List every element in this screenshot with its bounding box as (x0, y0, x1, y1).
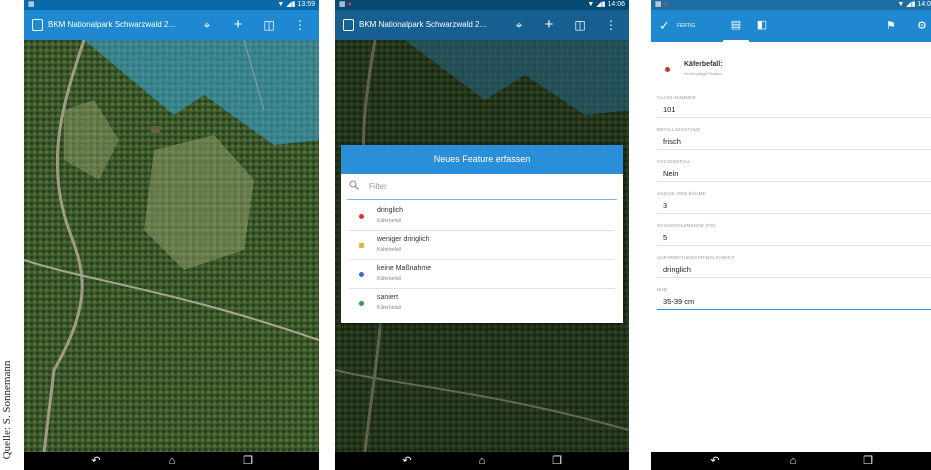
position-status: Keine gültige Position (684, 71, 723, 76)
settings-icon[interactable]: ⚙ (917, 10, 927, 42)
dialog-title: Neues Feature erfassen (341, 145, 623, 174)
add-icon[interactable]: + (230, 10, 246, 40)
back-icon[interactable]: ↶ (84, 452, 108, 470)
filter-placeholder: Filter (369, 182, 387, 191)
app-bar: BKM Nationalpark Schwarzwald 2... ⌖ + ◫ … (24, 10, 319, 40)
form-toolbar: ✓ FERTIG ▤ ◧ ⚑ ⚙ (651, 10, 931, 42)
search-icon (349, 180, 359, 190)
map-title[interactable]: BKM Nationalpark Schwarzwald 2... (359, 10, 486, 40)
app-icon[interactable] (343, 19, 354, 31)
list-item[interactable]: saniert Käferbefall (349, 289, 615, 318)
recents-icon[interactable]: ❐ (856, 452, 880, 470)
aerial-map-image (24, 40, 319, 452)
dot-icon (665, 67, 670, 72)
aerial-map[interactable] (24, 40, 319, 452)
tab-attributes[interactable]: ▤ (723, 10, 749, 42)
phone-screen-attribute-form: ▦ ● ▼ ◢▮ 14:0 ✓ FERTIG ▤ ◧ ⚑ ⚙ Käferbefa… (651, 0, 931, 470)
page: Quelle: S. Sonnemann ▦ ▼ ◢▮ 13:59 BKM Na… (0, 0, 931, 470)
clock: 13:59 (297, 1, 315, 8)
square-icon (359, 243, 364, 248)
field-bhd[interactable]: BHD 35-39 cm (655, 284, 931, 316)
image-credit: Quelle: S. Sonnemann (0, 0, 14, 470)
map-title[interactable]: BKM Nationalpark Schwarzwald 2... (48, 10, 175, 40)
recents-icon[interactable]: ❐ (236, 452, 260, 470)
overflow-menu-icon[interactable]: ⋮ (292, 10, 308, 40)
home-icon[interactable]: ⌂ (160, 452, 184, 470)
attribute-form: Käferbefall: Keine gültige Position CLAS… (651, 42, 931, 452)
dot-icon (359, 214, 364, 219)
status-bar: ▦ ● ▼ ◢▮ 14:0 (651, 0, 931, 10)
dot-icon (359, 301, 364, 306)
clock: 14:06 (607, 1, 625, 8)
signal-icons: ▼ ◢▮ (587, 1, 606, 8)
field-folgebefall[interactable]: FOLGEBEFALL Nein (655, 156, 931, 188)
list-item[interactable]: weniger dringlich Käferbefall (349, 231, 615, 260)
recents-icon[interactable]: ❐ (545, 452, 569, 470)
field-befallszustand[interactable]: BEFALLSZUSTAND frisch (655, 124, 931, 156)
clock: 14:0 (917, 1, 931, 8)
credit-text: Quelle: S. Sonnemann (1, 360, 13, 460)
phone-screen-new-feature: ▦ ● ▼ ◢▮ 14:06 BKM Nationalpark Schwarzw… (335, 0, 629, 470)
system-nav-bar: ↶ ⌂ ❐ (651, 452, 931, 470)
filter-input[interactable]: Filter (347, 174, 617, 200)
feature-type-title: Käferbefall: (684, 61, 723, 68)
notification-icon: ▦ (28, 1, 35, 8)
location-icon[interactable]: ⚑ (886, 10, 896, 42)
tab-attachments[interactable]: ◧ (749, 10, 775, 42)
layers-icon[interactable]: ◫ (572, 10, 588, 40)
app-bar: BKM Nationalpark Schwarzwald 2... ⌖ + ◫ … (335, 10, 629, 40)
notification-icon: ▦ ● (339, 1, 352, 8)
field-anzahl-baeume[interactable]: ANZAHL DER BÄUME 3 (655, 188, 931, 220)
overflow-menu-icon[interactable]: ⋮ (603, 10, 619, 40)
app-icon[interactable] (32, 19, 43, 31)
back-icon[interactable]: ↶ (703, 452, 727, 470)
back-icon[interactable]: ↶ (395, 452, 419, 470)
layers-icon[interactable]: ◫ (261, 10, 277, 40)
signal-icons: ▼ ◢▮ (897, 1, 916, 8)
signal-icons: ▼ ◢▮ (277, 1, 296, 8)
field-schadholzmenge[interactable]: SCHADHOLZMENGE (FM) 5 (655, 220, 931, 252)
new-feature-dialog: Neues Feature erfassen Filter dringlich … (341, 145, 623, 323)
locate-icon[interactable]: ⌖ (199, 10, 215, 40)
field-class-number[interactable]: CLASS-NUMMER 101 (655, 92, 931, 124)
field-aufarbeitungsdringlichkeit[interactable]: AUFARBEITUNGSDRINGLICHKEIT dringlich (655, 252, 931, 284)
system-nav-bar: ↶ ⌂ ❐ (335, 452, 629, 470)
list-item[interactable]: keine Maßnahme Käferbefall (349, 260, 615, 289)
status-bar: ▦ ● ▼ ◢▮ 14:06 (335, 0, 629, 10)
locate-icon[interactable]: ⌖ (511, 10, 527, 40)
dot-icon (359, 272, 364, 277)
feature-template-list: dringlich Käferbefall weniger dringlich … (341, 202, 623, 318)
checkmark-icon[interactable]: ✓ (659, 10, 670, 42)
notification-icon: ▦ ● (655, 1, 668, 8)
system-nav-bar: ↶ ⌂ ❐ (24, 452, 319, 470)
home-icon[interactable]: ⌂ (470, 452, 494, 470)
done-button[interactable]: FERTIG (677, 10, 695, 42)
home-icon[interactable]: ⌂ (781, 452, 805, 470)
feature-header: Käferbefall: Keine gültige Position (651, 42, 931, 92)
status-bar: ▦ ▼ ◢▮ 13:59 (24, 0, 319, 10)
phone-screen-map: ▦ ▼ ◢▮ 13:59 BKM Nationalpark Schwarzwal… (24, 0, 319, 470)
add-icon[interactable]: + (541, 10, 557, 40)
list-item[interactable]: dringlich Käferbefall (349, 202, 615, 231)
